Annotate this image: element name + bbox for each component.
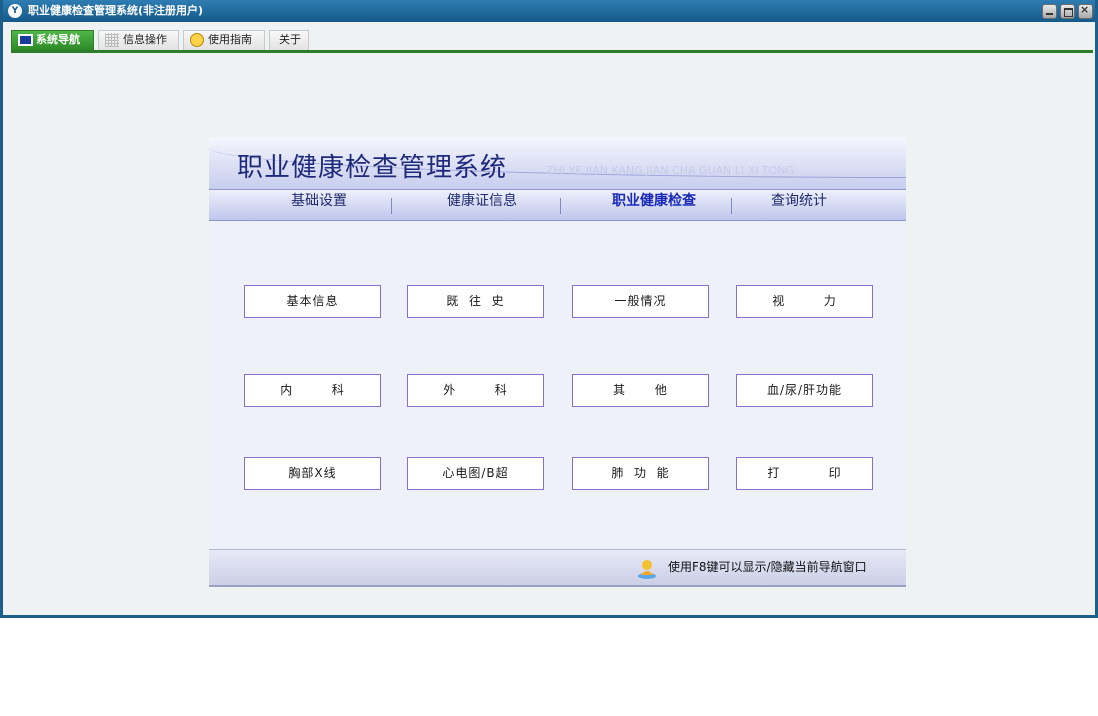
general-condition-button[interactable]: 一般情况 xyxy=(572,285,709,318)
tab-label: 关于 xyxy=(279,33,301,46)
nav-occupational-health-exam[interactable]: 职业健康检查 xyxy=(594,190,714,220)
close-button[interactable]: × xyxy=(1078,3,1093,19)
ecg-ultrasound-button[interactable]: 心电图/B超 xyxy=(407,457,544,490)
medical-history-button[interactable]: 既 往 史 xyxy=(407,285,544,318)
nav-separator xyxy=(560,198,561,214)
monitor-icon xyxy=(18,34,33,46)
title-bar[interactable]: Y 职业健康检查管理系统(非注册用户) × xyxy=(3,0,1095,22)
restore-button[interactable] xyxy=(1060,4,1075,19)
tab-underline xyxy=(11,50,1093,53)
user-hint-icon xyxy=(638,560,656,579)
chest-xray-button[interactable]: 胸部X线 xyxy=(244,457,381,490)
system-banner: 职业健康检查管理系统 ZHI YE JIAN KANG JIAN CHA GUA… xyxy=(209,137,906,189)
hint-text: 使用F8键可以显示/隐藏当前导航窗口 xyxy=(668,560,867,574)
system-subtitle: ZHI YE JIAN KANG JIAN CHA GUAN LI XI TON… xyxy=(546,164,795,177)
nav-health-certificate[interactable]: 健康证信息 xyxy=(427,190,537,220)
panel-footer: 使用F8键可以显示/隐藏当前导航窗口 xyxy=(209,549,906,587)
navigation-panel: 职业健康检查管理系统 ZHI YE JIAN KANG JIAN CHA GUA… xyxy=(209,137,906,587)
tab-system-navigation[interactable]: 系统导航 xyxy=(11,30,94,50)
lung-function-button[interactable]: 肺 功 能 xyxy=(572,457,709,490)
tab-label: 信息操作 xyxy=(123,33,167,46)
vision-button[interactable]: 视 力 xyxy=(736,285,873,318)
internal-medicine-button[interactable]: 内 科 xyxy=(244,374,381,407)
blood-urine-liver-button[interactable]: 血/尿/肝功能 xyxy=(736,374,873,407)
other-button[interactable]: 其 他 xyxy=(572,374,709,407)
tab-strip: 系统导航 信息操作 使用指南 关于 xyxy=(3,22,1095,53)
print-button[interactable]: 打 印 xyxy=(736,457,873,490)
tab-user-guide[interactable]: 使用指南 xyxy=(183,30,265,50)
nav-separator xyxy=(731,198,732,214)
footer-divider xyxy=(209,585,906,587)
nav-basic-settings[interactable]: 基础设置 xyxy=(264,190,374,220)
tab-label: 使用指南 xyxy=(208,33,252,46)
tab-about[interactable]: 关于 xyxy=(269,30,309,50)
minimize-button[interactable] xyxy=(1042,4,1057,19)
grid-icon xyxy=(105,33,119,47)
smiley-icon xyxy=(190,33,204,47)
system-title: 职业健康检查管理系统 xyxy=(237,153,508,183)
close-icon: × xyxy=(1080,3,1090,16)
surgery-button[interactable]: 外 科 xyxy=(407,374,544,407)
tab-info-operations[interactable]: 信息操作 xyxy=(98,30,179,50)
restore-icon xyxy=(1064,8,1073,17)
module-nav-bar: 基础设置 健康证信息 职业健康检查 查询统计 xyxy=(209,189,906,221)
nav-separator xyxy=(391,198,392,214)
app-logo-icon: Y xyxy=(8,4,22,18)
tab-label: 系统导航 xyxy=(36,33,80,46)
nav-query-statistics[interactable]: 查询统计 xyxy=(739,190,859,220)
window-title: 职业健康检查管理系统(非注册用户) xyxy=(28,4,204,17)
basic-info-button[interactable]: 基本信息 xyxy=(244,285,381,318)
minimize-icon xyxy=(1046,13,1053,15)
